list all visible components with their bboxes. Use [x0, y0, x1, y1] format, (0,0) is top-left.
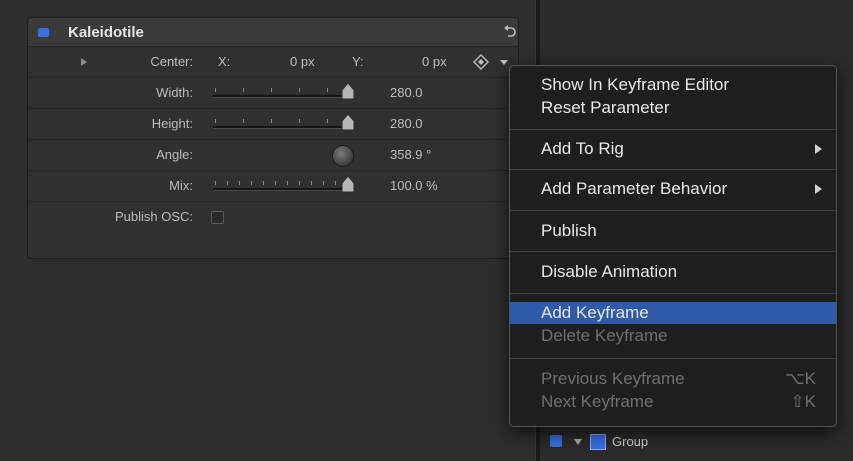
shortcut-label: ⌥K [785, 369, 816, 388]
keyframe-icon[interactable] [473, 54, 489, 70]
center-label: Center: [150, 54, 193, 69]
center-row: Center: X: 0 px Y: 0 px [28, 47, 518, 78]
panel-header: Kaleidotile [28, 18, 518, 47]
menu-item-label: Reset Parameter [541, 98, 670, 117]
disclosure-triangle-icon[interactable] [81, 58, 87, 66]
publish-osc-label: Publish OSC: [114, 209, 193, 224]
layer-enable-checkbox[interactable] [550, 435, 562, 447]
menu-item-label: Show In Keyframe Editor [541, 75, 730, 94]
animation-menu-icon[interactable] [498, 55, 510, 69]
height-row: Height: 280.0 [28, 109, 518, 140]
angle-row: Angle: 358.9 ° [28, 140, 518, 171]
publish-osc-checkbox[interactable] [211, 211, 224, 224]
width-value[interactable]: 280.0 [390, 85, 423, 100]
width-label: Width: [156, 85, 193, 100]
menu-item-add-parameter-behavior[interactable]: Add Parameter Behavior [510, 178, 836, 200]
group-icon [590, 434, 606, 450]
menu-separator [510, 358, 836, 359]
angle-value[interactable]: 358.9 ° [390, 147, 431, 162]
menu-item-label: Add Keyframe [541, 303, 649, 322]
filter-enable-checkbox[interactable] [38, 28, 49, 37]
mix-label: Mix: [169, 178, 193, 193]
center-y-value[interactable]: 0 px [422, 54, 447, 69]
menu-item-next-keyframe: Next Keyframe ⇧K [510, 391, 836, 413]
menu-item-add-to-rig[interactable]: Add To Rig [510, 138, 836, 160]
layer-row-group[interactable]: Group [540, 423, 853, 461]
publish-osc-row: Publish OSC: [28, 202, 518, 236]
mix-row: Mix: 100.0 % [28, 171, 518, 202]
submenu-arrow-icon [815, 144, 822, 154]
height-label: Height: [151, 116, 193, 131]
menu-item-label: Delete Keyframe [541, 326, 668, 345]
menu-item-delete-keyframe: Delete Keyframe [510, 325, 836, 347]
panel-title: Kaleidotile [68, 24, 144, 41]
menu-separator [510, 210, 836, 211]
height-value[interactable]: 280.0 [390, 116, 423, 131]
center-x-value[interactable]: 0 px [290, 54, 315, 69]
menu-item-label: Previous Keyframe [541, 369, 685, 388]
menu-separator [510, 129, 836, 130]
menu-item-disable-animation[interactable]: Disable Animation [510, 261, 836, 283]
angle-dial[interactable] [332, 145, 354, 167]
center-y-label: Y: [352, 54, 364, 69]
context-menu: Show In Keyframe Editor Reset Parameter … [509, 65, 837, 427]
menu-item-add-keyframe[interactable]: Add Keyframe [510, 302, 836, 324]
menu-separator [510, 169, 836, 170]
menu-separator [510, 251, 836, 252]
menu-item-label: Next Keyframe [541, 392, 654, 411]
filter-parameters-panel: Kaleidotile Center: X: 0 px Y: 0 px Widt… [27, 17, 519, 259]
menu-item-publish[interactable]: Publish [510, 220, 836, 242]
width-row: Width: 280.0 [28, 78, 518, 109]
menu-item-label: Add Parameter Behavior [541, 179, 728, 198]
submenu-arrow-icon [815, 184, 822, 194]
disclosure-triangle-icon[interactable] [574, 439, 582, 445]
menu-item-show-in-keyframe-editor[interactable]: Show In Keyframe Editor [510, 74, 836, 96]
height-slider[interactable] [213, 119, 353, 129]
angle-label: Angle: [156, 147, 193, 162]
shortcut-label: ⇧K [790, 392, 816, 411]
menu-item-reset-parameter[interactable]: Reset Parameter [510, 97, 836, 119]
menu-item-label: Publish [541, 221, 597, 240]
center-x-label: X: [218, 54, 231, 69]
reset-icon[interactable] [502, 24, 516, 40]
menu-separator [510, 293, 836, 294]
menu-item-previous-keyframe: Previous Keyframe ⌥K [510, 368, 836, 390]
width-slider[interactable] [213, 88, 353, 98]
layer-label: Group [612, 434, 649, 449]
menu-item-label: Disable Animation [541, 262, 678, 281]
menu-item-label: Add To Rig [541, 139, 624, 158]
mix-value[interactable]: 100.0 % [390, 178, 438, 193]
mix-slider[interactable] [213, 181, 353, 191]
